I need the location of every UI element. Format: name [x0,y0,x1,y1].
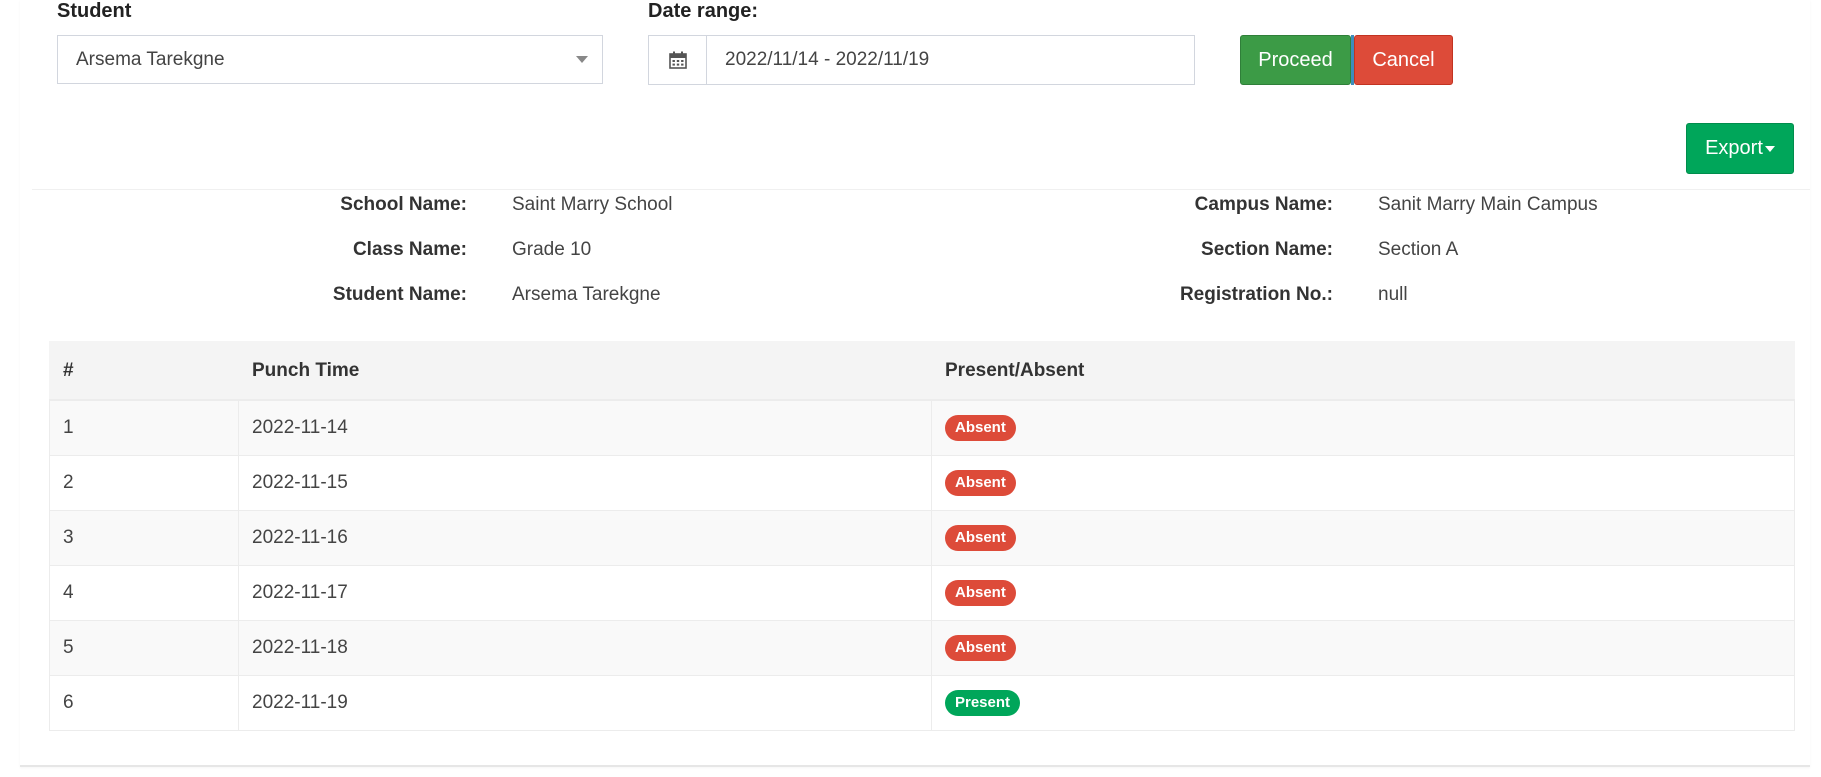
punch-time: 2022-11-14 [238,399,932,456]
section-name-value: Section A [1378,239,1459,260]
table-header-row: # Punch Time Present/Absent [49,341,1795,401]
date-range-input[interactable]: 2022/11/14 - 2022/11/19 [707,36,1194,84]
table-row: 3 2022-11-16 Absent [49,509,1795,566]
student-name-label: Student Name: [332,284,467,305]
status-badge: Absent [945,524,1016,551]
chevron-down-icon [576,56,588,63]
campus-name-label: Campus Name: [1194,194,1333,215]
export-label: Export [1705,137,1763,159]
divider [32,189,1810,190]
attendance-status-cell: Absent [931,619,1795,676]
proceed-button[interactable]: Proceed [1240,35,1351,85]
cancel-button[interactable]: Cancel [1354,35,1453,85]
student-select[interactable]: Arsema Tarekgne [57,35,603,84]
section-name-label: Section Name: [1201,239,1333,260]
registration-no-label: Registration No.: [1179,284,1333,305]
date-range-picker[interactable]: 2022/11/14 - 2022/11/19 [648,35,1195,85]
row-number: 6 [49,674,239,731]
punch-time: 2022-11-16 [238,509,932,566]
calendar-icon[interactable] [649,36,707,84]
student-name-value: Arsema Tarekgne [512,284,661,305]
attendance-table: # Punch Time Present/Absent 1 2022-11-14 A… [49,341,1795,731]
class-name-value: Grade 10 [512,239,592,260]
row-number: 4 [49,564,239,621]
table-row: 6 2022-11-19 Present [49,674,1795,731]
table-row: 5 2022-11-18 Absent [49,619,1795,676]
table-row: 1 2022-11-14 Absent [49,399,1795,456]
status-badge: Absent [945,469,1016,496]
column-header-number[interactable]: # [49,341,239,401]
school-name-label: School Name: [340,194,467,215]
row-number: 3 [49,509,239,566]
status-badge: Absent [945,579,1016,606]
column-header-status[interactable]: Present/Absent [931,341,1795,401]
student-select-value: Arsema Tarekgne [76,48,225,70]
punch-time: 2022-11-19 [238,674,932,731]
row-number: 2 [49,454,239,511]
class-name-label: Class Name: [352,239,467,260]
export-button[interactable]: Export [1686,123,1794,174]
student-field-label: Student [57,0,132,22]
row-number: 1 [49,399,239,456]
registration-no-value: null [1378,284,1408,305]
attendance-status-cell: Absent [931,509,1795,566]
date-range-label: Date range: [648,0,759,22]
campus-name-value: Sanit Marry Main Campus [1378,194,1598,215]
punch-time: 2022-11-17 [238,564,932,621]
attendance-status-cell: Present [931,674,1795,731]
attendance-status-cell: Absent [931,399,1795,456]
attendance-table-body: 1 2022-11-14 Absent 2 2022-11-15 Absent 3 2022-… [49,399,1795,731]
caret-down-icon [1764,145,1775,152]
table-row: 4 2022-11-17 Absent [49,564,1795,621]
attendance-status-cell: Absent [931,564,1795,621]
row-number: 5 [49,619,239,676]
attendance-status-cell: Absent [931,454,1795,511]
punch-time: 2022-11-15 [238,454,932,511]
table-row: 2 2022-11-15 Absent [49,454,1795,511]
school-name-value: Saint Marry School [512,194,673,215]
status-badge: Absent [945,414,1016,441]
status-badge: Present [945,689,1021,716]
punch-time: 2022-11-18 [238,619,932,676]
column-header-punch-time[interactable]: Punch Time [238,341,932,401]
status-badge: Absent [945,634,1016,661]
